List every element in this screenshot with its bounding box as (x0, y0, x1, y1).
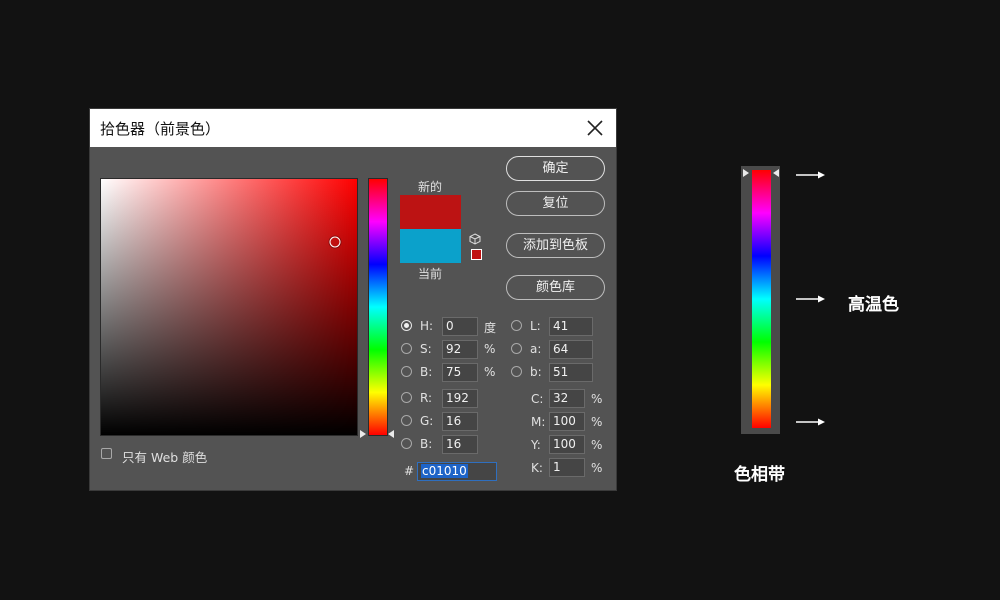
web-only-checkbox[interactable] (101, 448, 112, 459)
reset-button[interactable]: 复位 (506, 191, 605, 216)
current-color-label: 当前 (418, 267, 443, 281)
hue-band (752, 170, 771, 428)
radio-a[interactable] (511, 343, 522, 354)
unit-k: % (591, 461, 603, 475)
radio-r[interactable] (401, 392, 412, 403)
label-g: G: (420, 414, 434, 428)
unit-y: % (591, 438, 603, 452)
g-field[interactable]: 16 (442, 412, 478, 431)
new-color-swatch (400, 195, 461, 229)
color-cursor[interactable] (329, 236, 341, 248)
dialog-titlebar: 拾色器（前景色） (90, 109, 616, 147)
label-bv: B: (420, 365, 433, 379)
label-r: R: (420, 391, 433, 405)
radio-h[interactable] (401, 320, 412, 331)
hex-label: # (404, 464, 415, 478)
hue-band-left-handle (743, 169, 749, 177)
label-l: L: (530, 319, 541, 333)
add-to-swatches-button[interactable]: 添加到色板 (506, 233, 605, 258)
unit-c: % (591, 392, 603, 406)
label-bc: B: (420, 437, 433, 451)
color-libraries-button[interactable]: 颜色库 (506, 275, 605, 300)
hue-band-label: 色相带 (734, 465, 785, 485)
hue-band-right-handle (773, 169, 779, 177)
hue-slider-left-handle[interactable] (360, 430, 366, 438)
radio-s[interactable] (401, 343, 412, 354)
label-c: C: (531, 392, 544, 406)
unit-degree: 度 (484, 321, 497, 335)
hex-value: c01010 (421, 464, 468, 478)
radio-bc[interactable] (401, 438, 412, 449)
hue-slider[interactable] (368, 178, 388, 436)
s-field[interactable]: 92 (442, 340, 478, 359)
label-m: M: (531, 415, 546, 429)
unit-s: % (484, 342, 496, 356)
a-field[interactable]: 64 (549, 340, 593, 359)
current-color-swatch[interactable] (400, 229, 461, 263)
unit-m: % (591, 415, 603, 429)
color-picker-dialog: 拾色器（前景色） 新的 当前 确定 复位 添加到色板 颜色库 H: 0 度 S:… (89, 108, 617, 491)
high-temp-color-label: 高温色 (848, 295, 899, 315)
y-field[interactable]: 100 (549, 435, 585, 454)
label-s: S: (420, 342, 432, 356)
brightness-field[interactable]: 75 (442, 363, 478, 382)
arrow-right-icon (796, 295, 825, 303)
web-only-label: 只有 Web 颜色 (122, 450, 208, 465)
b-lab-field[interactable]: 51 (549, 363, 593, 382)
radio-bv[interactable] (401, 366, 412, 377)
c-field[interactable]: 32 (549, 389, 585, 408)
label-b-lab: b: (530, 365, 542, 379)
h-field[interactable]: 0 (442, 317, 478, 336)
blue-field[interactable]: 16 (442, 435, 478, 454)
close-icon[interactable] (582, 115, 608, 141)
radio-g[interactable] (401, 415, 412, 426)
gamut-warning-swatch[interactable] (471, 249, 482, 260)
arrow-right-icon (796, 418, 825, 426)
label-a: a: (530, 342, 542, 356)
dialog-title: 拾色器（前景色） (100, 120, 221, 138)
radio-l[interactable] (511, 320, 522, 331)
k-field[interactable]: 1 (549, 458, 585, 477)
new-color-label: 新的 (418, 180, 443, 194)
cube-icon[interactable] (469, 233, 481, 248)
l-field[interactable]: 41 (549, 317, 593, 336)
hex-field[interactable]: c01010 (417, 462, 497, 481)
radio-b-lab[interactable] (511, 366, 522, 377)
ok-button[interactable]: 确定 (506, 156, 605, 181)
label-k: K: (531, 461, 543, 475)
hue-slider-right-handle[interactable] (388, 430, 394, 438)
m-field[interactable]: 100 (549, 412, 585, 431)
arrow-right-icon (796, 171, 825, 179)
saturation-brightness-field[interactable] (100, 178, 358, 436)
unit-bv: % (484, 365, 496, 379)
r-field[interactable]: 192 (442, 389, 478, 408)
label-h: H: (420, 319, 434, 333)
label-y: Y: (531, 438, 541, 452)
